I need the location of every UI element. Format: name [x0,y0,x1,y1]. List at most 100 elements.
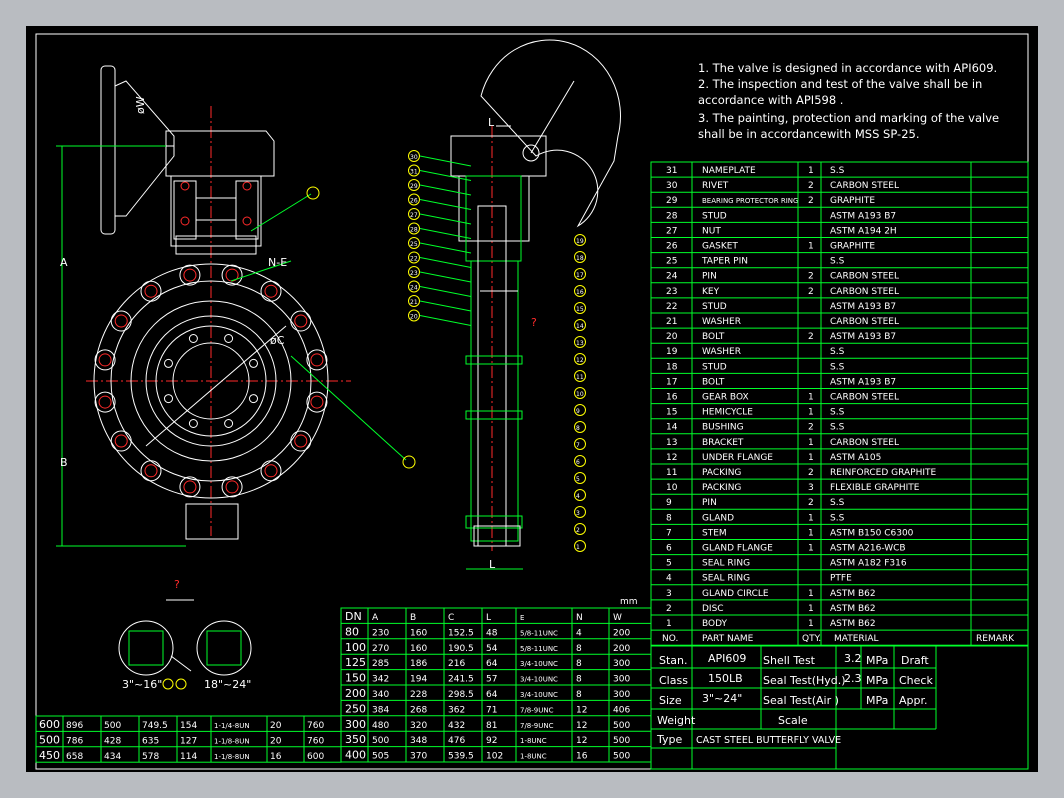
dim-cell: 230 [372,628,389,638]
drawing-sheet: A B øW N-E øC ? 3"~16" 18"~24" L ? L 30 … [26,26,1038,772]
stan-label: Stan. [659,654,688,667]
balloon-number: 2 [576,527,580,534]
part-no: 20 [666,332,678,342]
part-name: GLAND FLANGE [702,544,773,554]
note-line-2: 2. The inspection and test of the valve … [698,77,982,91]
detail-question-b: ? [531,316,537,329]
part-material: ASTM B150 C6300 [830,528,914,538]
balloon-number: 21 [410,299,418,306]
dim-cell: 57 [486,675,497,685]
balloon-number: 10 [576,391,584,398]
dim-cell: 16 [576,752,588,762]
parts-table-row: 23 KEY 2 CARBON STEEL [666,287,899,297]
part-qty: 1 [808,438,814,448]
size-value: 3"~24" [702,692,742,705]
part-name: SEAL RING [702,574,750,584]
part-qty: 1 [808,589,814,599]
balloon-number: 27 [410,212,418,219]
dim-cell: 3/4-10UNC [520,660,558,668]
dim-cell: 500 [372,736,389,746]
part-no: 1 [666,619,672,629]
dim-cell: 480 [372,721,389,731]
part-name: BODY [702,619,728,629]
dim-left-cell: 1-1/4-8UN [214,722,250,730]
parts-table-row: 22 STUD ASTM A193 B7 [666,302,896,312]
leader-line [419,300,472,312]
parts-table-row: 3 GLAND CIRCLE 1 ASTM B62 [666,589,876,599]
balloon-number: 13 [576,340,584,347]
part-name: GLAND CIRCLE [702,589,769,599]
dim-header-cell: A [372,613,379,623]
dim-cell: 228 [410,690,427,700]
dim-cell: 500 [613,736,630,746]
dim-cell: 500 [613,752,630,762]
balloon-number: 6 [576,459,580,466]
bolt-hole [94,391,116,413]
part-name: DISC [702,604,724,614]
bolt-hole [110,310,132,332]
parts-table-row: 10 PACKING 3 FLEXIBLE GRAPHITE [666,483,920,493]
part-name: PIN [702,272,717,282]
bolt-hole-inner [225,480,239,494]
part-name: KEY [702,287,720,297]
part-name: GEAR BOX [702,393,749,403]
part-qty: 2 [808,468,814,478]
parts-table-row: 24 PIN 2 CARBON STEEL [666,272,899,282]
parts-table-row: 16 GEAR BOX 1 CARBON STEEL [666,393,899,403]
part-material: GRAPHITE [830,242,875,252]
part-material: S.S [830,362,845,372]
parts-table-row: 30 RIVET 2 CARBON STEEL [666,181,899,191]
part-material: PTFE [830,574,852,584]
parts-table-row: 14 BUSHING 2 S.S [666,423,845,433]
cad-drawing: A B øW N-E øC ? 3"~16" 18"~24" L ? L 303… [35,33,1029,770]
leader-line [419,199,472,210]
shell-test-value: 3.2 [844,652,862,665]
note-line-3: accordance with API598 . [698,93,843,107]
part-name: TAPER PIN [701,257,748,267]
parts-table-row: 1 BODY 1 ASTM B62 [666,619,876,629]
part-no: 22 [666,302,677,312]
dim-cell: 186 [410,659,427,669]
dim-cell: 250 [345,702,366,715]
bolt-hole-inner [310,395,324,409]
parts-header-cell: QTY. [802,634,821,644]
part-material: CARBON STEEL [830,317,899,327]
notes-block: 1. The valve is designed in accordance w… [698,61,999,141]
dim-header-cell: N [576,613,583,623]
balloon-number: 25 [410,241,418,248]
balloon-number: 30 [410,154,418,161]
parts-table-row: 25 TAPER PIN S.S [666,257,845,267]
parts-header-cell: PART NAME [702,634,754,644]
dim-l-top-label: L [488,116,495,129]
balloon-number: 15 [576,306,584,313]
dim-cell: 400 [345,749,366,762]
part-name: STUD [702,302,727,312]
bolt-hole-inner [98,395,112,409]
part-material: ASTM A194 2H [830,226,897,236]
parts-table-row: 13 BRACKET 1 CARBON STEEL [666,438,899,448]
dim-cell: 320 [410,721,427,731]
bolt-hole-inner [294,314,308,328]
parts-table-row: 26 GASKET 1 GRAPHITE [666,242,875,252]
dimension-table-right: DN A B C L E N W 80 230 160 152.5 48 5/8-11UNC 4 200 100… [340,607,652,763]
part-name: BRACKET [702,438,744,448]
part-name: BUSHING [702,423,744,433]
part-qty: 2 [808,332,814,342]
inner-hole [224,418,234,428]
part-name: NUT [702,226,721,236]
part-material: ASTM B62 [830,619,876,629]
seal-hyd-label: Seal Test(Hyd.) [763,674,846,687]
dim-a-label: A [60,256,68,269]
balloon-number: 17 [576,272,584,279]
parts-table-row: 28 STUD ASTM A193 B7 [666,211,896,221]
dim-cell: 370 [410,752,427,762]
bolt-hole [260,280,282,302]
dim-cell: 476 [448,736,465,746]
part-name: STUD [702,362,727,372]
parts-table-row: 21 WASHER CARBON STEEL [666,317,899,327]
size-label: Size [659,694,682,707]
balloon-number: 12 [576,357,584,364]
shell-test-unit: MPa [866,654,888,667]
part-name: HEMICYCLE [702,408,753,418]
dim-cell: 500 [613,721,630,731]
